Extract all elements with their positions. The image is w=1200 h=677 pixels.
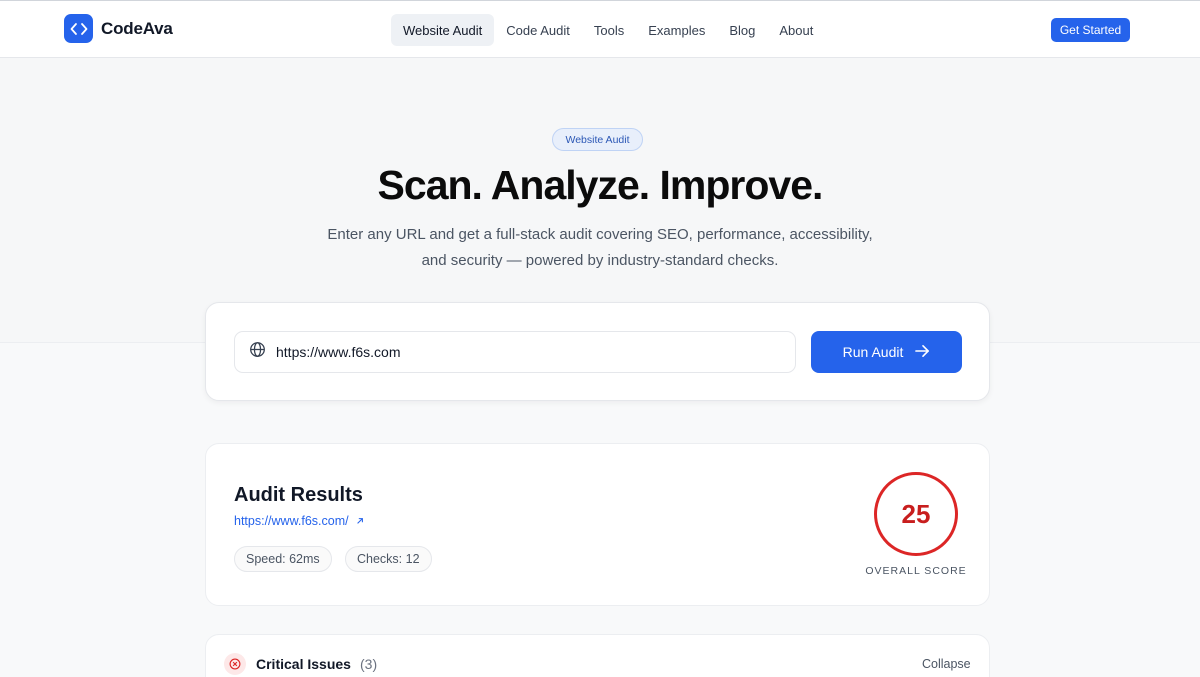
critical-issues-card: Critical Issues (3) Collapse (205, 634, 990, 677)
external-link-icon (356, 514, 364, 528)
results-title: Audit Results (234, 484, 363, 506)
error-circle-icon (224, 653, 246, 675)
results-url-text: https://www.f6s.com/ (234, 514, 349, 528)
overall-score-ring: 25 (874, 472, 958, 556)
main-nav: Website Audit Code Audit Tools Examples … (391, 14, 825, 46)
get-started-button[interactable]: Get Started (1051, 18, 1130, 42)
results-url-link[interactable]: https://www.f6s.com/ (234, 514, 364, 528)
page: CodeAva Website Audit Code Audit Tools E… (0, 0, 1200, 677)
nav-website-audit[interactable]: Website Audit (391, 14, 495, 46)
hero-subtitle-line-2: and security — powered by industry-stand… (421, 252, 779, 269)
nav-blog[interactable]: Blog (717, 14, 767, 46)
audit-form-card: Run Audit (205, 302, 990, 401)
code-brackets-icon (64, 14, 93, 43)
url-field[interactable] (234, 331, 796, 373)
nav-code-audit[interactable]: Code Audit (494, 14, 582, 46)
collapse-button[interactable]: Collapse (922, 657, 971, 671)
nav-examples[interactable]: Examples (636, 14, 717, 46)
arrow-right-icon (915, 344, 930, 361)
nav-about[interactable]: About (767, 14, 825, 46)
url-input[interactable] (276, 344, 756, 360)
hero-badge: Website Audit (552, 128, 643, 151)
critical-issues-count: (3) (360, 656, 378, 672)
hero-subtitle-line-1: Enter any URL and get a full-stack audit… (327, 226, 873, 243)
overall-score-label: OVERALL SCORE (865, 565, 967, 577)
audit-results-card: Audit Results https://www.f6s.com/ Speed… (205, 443, 990, 606)
hero-title: Scan. Analyze. Improve. (377, 162, 824, 208)
checks-pill: Checks: 12 (345, 546, 432, 572)
hero-subtitle: Enter any URL and get a full-stack audit… (300, 222, 900, 274)
speed-pill: Speed: 62ms (234, 546, 332, 572)
critical-issues-title: Critical Issues (256, 656, 351, 672)
globe-icon (249, 341, 266, 363)
brand-name: CodeAva (101, 18, 173, 38)
run-audit-button[interactable]: Run Audit (811, 331, 962, 373)
nav-tools[interactable]: Tools (582, 14, 636, 46)
top-navbar: CodeAva Website Audit Code Audit Tools E… (0, 0, 1200, 58)
run-audit-label: Run Audit (842, 344, 904, 360)
brand-logo[interactable]: CodeAva (64, 14, 173, 43)
